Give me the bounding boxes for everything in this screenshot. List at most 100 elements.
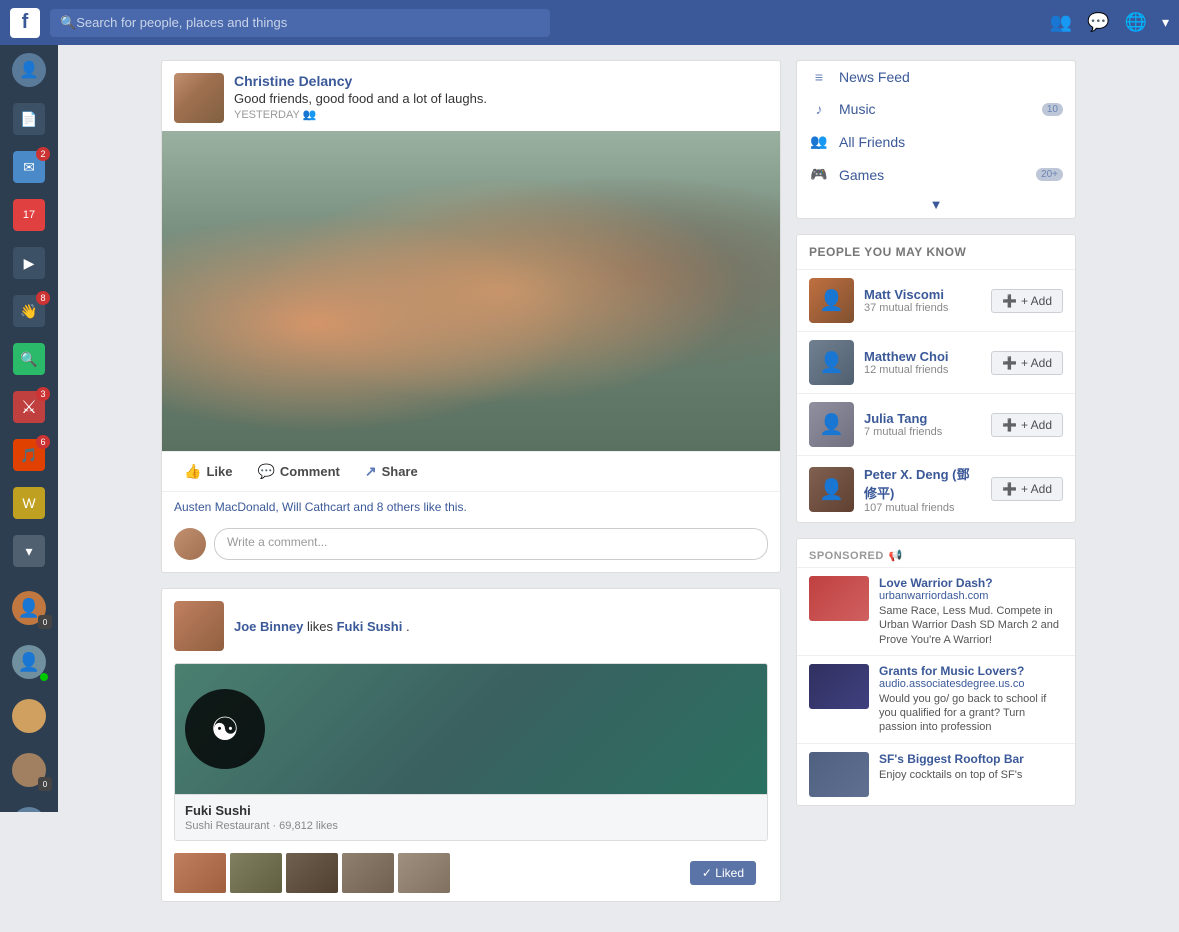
sidebar-video[interactable]: ▶ bbox=[0, 239, 58, 287]
post-author-avatar-1[interactable] bbox=[174, 73, 224, 123]
post2-author-avatar[interactable] bbox=[174, 601, 224, 651]
sponsored-desc-1: Would you go/ go back to school if you q… bbox=[879, 692, 1063, 735]
pymk-section: PEOPLE YOU MAY KNOW 👤 Matt Viscomi 37 mu… bbox=[796, 234, 1076, 523]
game2-badge: 6 bbox=[36, 435, 50, 449]
pymk-name-3[interactable]: Peter X. Deng (鄧修平) bbox=[864, 464, 981, 502]
pymk-avatar-1: 👤 bbox=[809, 340, 854, 385]
nav-item-newsfeed[interactable]: ≡ News Feed bbox=[797, 61, 1075, 93]
add-button-1[interactable]: ➕ + Add bbox=[991, 351, 1063, 375]
post2-restaurant-logo: ☯ bbox=[185, 689, 265, 769]
sidebar-search[interactable]: 🔍 bbox=[0, 335, 58, 383]
add-button-3[interactable]: ➕ + Add bbox=[991, 477, 1063, 501]
chat-friend-5[interactable] bbox=[0, 799, 58, 812]
nav-more-button[interactable]: ▼ bbox=[797, 191, 1075, 218]
post2-page-link[interactable]: Fuki Sushi bbox=[337, 619, 403, 634]
more-icon: ▾ bbox=[25, 543, 32, 560]
sponsored-img-0[interactable] bbox=[809, 576, 869, 621]
pymk-avatar-0: 👤 bbox=[809, 278, 854, 323]
nav-item-music[interactable]: ♪ Music 10 bbox=[797, 93, 1075, 125]
chat-friend-1[interactable]: 👤 0 bbox=[0, 583, 58, 633]
sponsored-img-1[interactable] bbox=[809, 664, 869, 709]
game3-icon: W bbox=[22, 495, 35, 511]
post2-restaurant-info: Fuki Sushi Sushi Restaurant · 69,812 lik… bbox=[175, 794, 767, 840]
sponsored-item-2: SF's Biggest Rooftop Bar Enjoy cocktails… bbox=[797, 743, 1075, 805]
pymk-info-2: Julia Tang 7 mutual friends bbox=[864, 411, 981, 438]
messages-sidebar-icon: ✉ bbox=[23, 159, 35, 176]
nav-item-games[interactable]: 🎮 Games 20+ bbox=[797, 158, 1075, 191]
pymk-item-3: 👤 Peter X. Deng (鄧修平) 107 mutual friends… bbox=[797, 455, 1075, 522]
sponsored-desc-0: Same Race, Less Mud. Compete in Urban Wa… bbox=[879, 604, 1063, 647]
top-navigation: f 🔍 Search for people, places and things… bbox=[0, 0, 1179, 45]
sidebar-more[interactable]: ▾ bbox=[0, 527, 58, 575]
pymk-avatar-1-icon: 👤 bbox=[819, 350, 844, 375]
liked-button[interactable]: ✓ Liked bbox=[690, 861, 756, 885]
post-author-name-1[interactable]: Christine Delancy bbox=[234, 73, 768, 89]
messages-nav-icon[interactable]: 💬 bbox=[1087, 12, 1109, 33]
pymk-name-1[interactable]: Matthew Choi bbox=[864, 349, 981, 364]
food-thumb-1 bbox=[174, 853, 226, 893]
post-header-1: Christine Delancy Good friends, good foo… bbox=[162, 61, 780, 131]
post2-preview: ☯ Fuki Sushi Sushi Restaurant · 69,812 l… bbox=[174, 663, 768, 841]
search-icon: 🔍 bbox=[60, 15, 76, 31]
post-photo-1 bbox=[162, 131, 780, 451]
sidebar-calendar[interactable]: 17 bbox=[0, 191, 58, 239]
sponsored-name-0[interactable]: Love Warrior Dash? bbox=[879, 576, 1063, 590]
share-button-1[interactable]: ↗ Share bbox=[355, 458, 428, 485]
pymk-name-0[interactable]: Matt Viscomi bbox=[864, 287, 981, 302]
post2-author-link[interactable]: Joe Binney bbox=[234, 619, 303, 634]
music-label: Music bbox=[839, 101, 1032, 117]
sidebar-messages[interactable]: ✉ 2 bbox=[0, 143, 58, 191]
sidebar-game1[interactable]: ⚔ 3 bbox=[0, 383, 58, 431]
comment-input-1[interactable]: Write a comment... bbox=[214, 528, 768, 560]
chat-friend-2[interactable]: 👤 bbox=[0, 637, 58, 687]
add-button-2[interactable]: ➕ + Add bbox=[991, 413, 1063, 437]
newsfeed-nav-icon: ≡ bbox=[809, 69, 829, 85]
sponsored-url-0[interactable]: urbanwarriordash.com bbox=[879, 590, 1063, 602]
sidebar-groups[interactable]: 👋 8 bbox=[0, 287, 58, 335]
post-comment-area-1: Write a comment... bbox=[162, 522, 780, 572]
pymk-avatar-0-icon: 👤 bbox=[819, 288, 844, 313]
post2-header: Joe Binney likes Fuki Sushi . bbox=[162, 589, 780, 663]
post2-restaurant-image: ☯ bbox=[175, 664, 767, 794]
pymk-name-2[interactable]: Julia Tang bbox=[864, 411, 981, 426]
pymk-info-0: Matt Viscomi 37 mutual friends bbox=[864, 287, 981, 314]
allfriends-label: All Friends bbox=[839, 134, 1063, 150]
post-card-2: Joe Binney likes Fuki Sushi . ☯ Fuki Sus… bbox=[161, 588, 781, 902]
food-thumb-3 bbox=[286, 853, 338, 893]
dropdown-nav-icon[interactable]: ▾ bbox=[1162, 14, 1169, 31]
comment-button-1[interactable]: 💬 Comment bbox=[247, 458, 349, 485]
chat-friend-3[interactable] bbox=[0, 691, 58, 741]
sponsored-url-1[interactable]: audio.associatesdegree.us.co bbox=[879, 678, 1063, 690]
groups-badge: 8 bbox=[36, 291, 50, 305]
sidebar-profile[interactable]: 👤 bbox=[0, 45, 58, 95]
friends-nav-icon[interactable]: 👥 bbox=[1050, 12, 1072, 33]
search-bar[interactable]: 🔍 Search for people, places and things bbox=[50, 9, 550, 37]
post2-action-text: Joe Binney likes Fuki Sushi . bbox=[234, 619, 410, 634]
music-badge: 10 bbox=[1042, 103, 1063, 116]
sponsored-name-1[interactable]: Grants for Music Lovers? bbox=[879, 664, 1063, 678]
like-button-1[interactable]: 👍 Like bbox=[174, 458, 242, 485]
friends-nav-icon2: 👥 bbox=[809, 133, 829, 150]
sidebar-game3[interactable]: W bbox=[0, 479, 58, 527]
sidebar-game2[interactable]: 🎵 6 bbox=[0, 431, 58, 479]
chat-friend-4[interactable]: 0 bbox=[0, 745, 58, 795]
news-feed: Christine Delancy Good friends, good foo… bbox=[161, 60, 781, 917]
sponsored-img-2[interactable] bbox=[809, 752, 869, 797]
facebook-logo[interactable]: f bbox=[10, 8, 40, 38]
sponsored-item-1: Grants for Music Lovers? audio.associate… bbox=[797, 655, 1075, 743]
sponsored-header: SPONSORED 📢 bbox=[797, 539, 1075, 567]
restaurant-name[interactable]: Fuki Sushi bbox=[185, 803, 757, 818]
sidebar-pages[interactable]: 📄 bbox=[0, 95, 58, 143]
pymk-item-0: 👤 Matt Viscomi 37 mutual friends ➕ + Add bbox=[797, 269, 1075, 331]
sponsored-text-0: Love Warrior Dash? urbanwarriordash.com … bbox=[879, 576, 1063, 647]
nav-item-allfriends[interactable]: 👥 All Friends bbox=[797, 125, 1075, 158]
globe-nav-icon[interactable]: 🌐 bbox=[1125, 12, 1147, 33]
music-nav-icon: ♪ bbox=[809, 101, 829, 117]
sponsored-name-2[interactable]: SF's Biggest Rooftop Bar bbox=[879, 752, 1063, 766]
pymk-mutual-1: 12 mutual friends bbox=[864, 364, 981, 376]
nav-icons: 👥 💬 🌐 ▾ bbox=[1050, 12, 1169, 33]
add-button-0[interactable]: ➕ + Add bbox=[991, 289, 1063, 313]
newsfeed-label: News Feed bbox=[839, 69, 1063, 85]
comment-icon: 💬 bbox=[257, 463, 274, 480]
pymk-avatar-3: 👤 bbox=[809, 467, 854, 512]
